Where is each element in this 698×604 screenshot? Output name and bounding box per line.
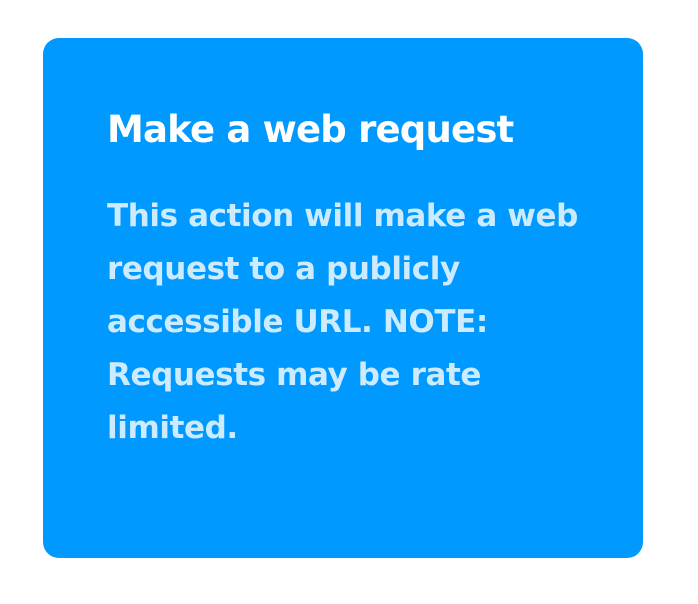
action-card[interactable]: Make a web request This action will make… (43, 38, 643, 558)
action-description: This action will make a web request to a… (107, 198, 578, 446)
action-title: Make a web request (107, 108, 514, 151)
page: Make a web request This action will make… (0, 0, 698, 604)
